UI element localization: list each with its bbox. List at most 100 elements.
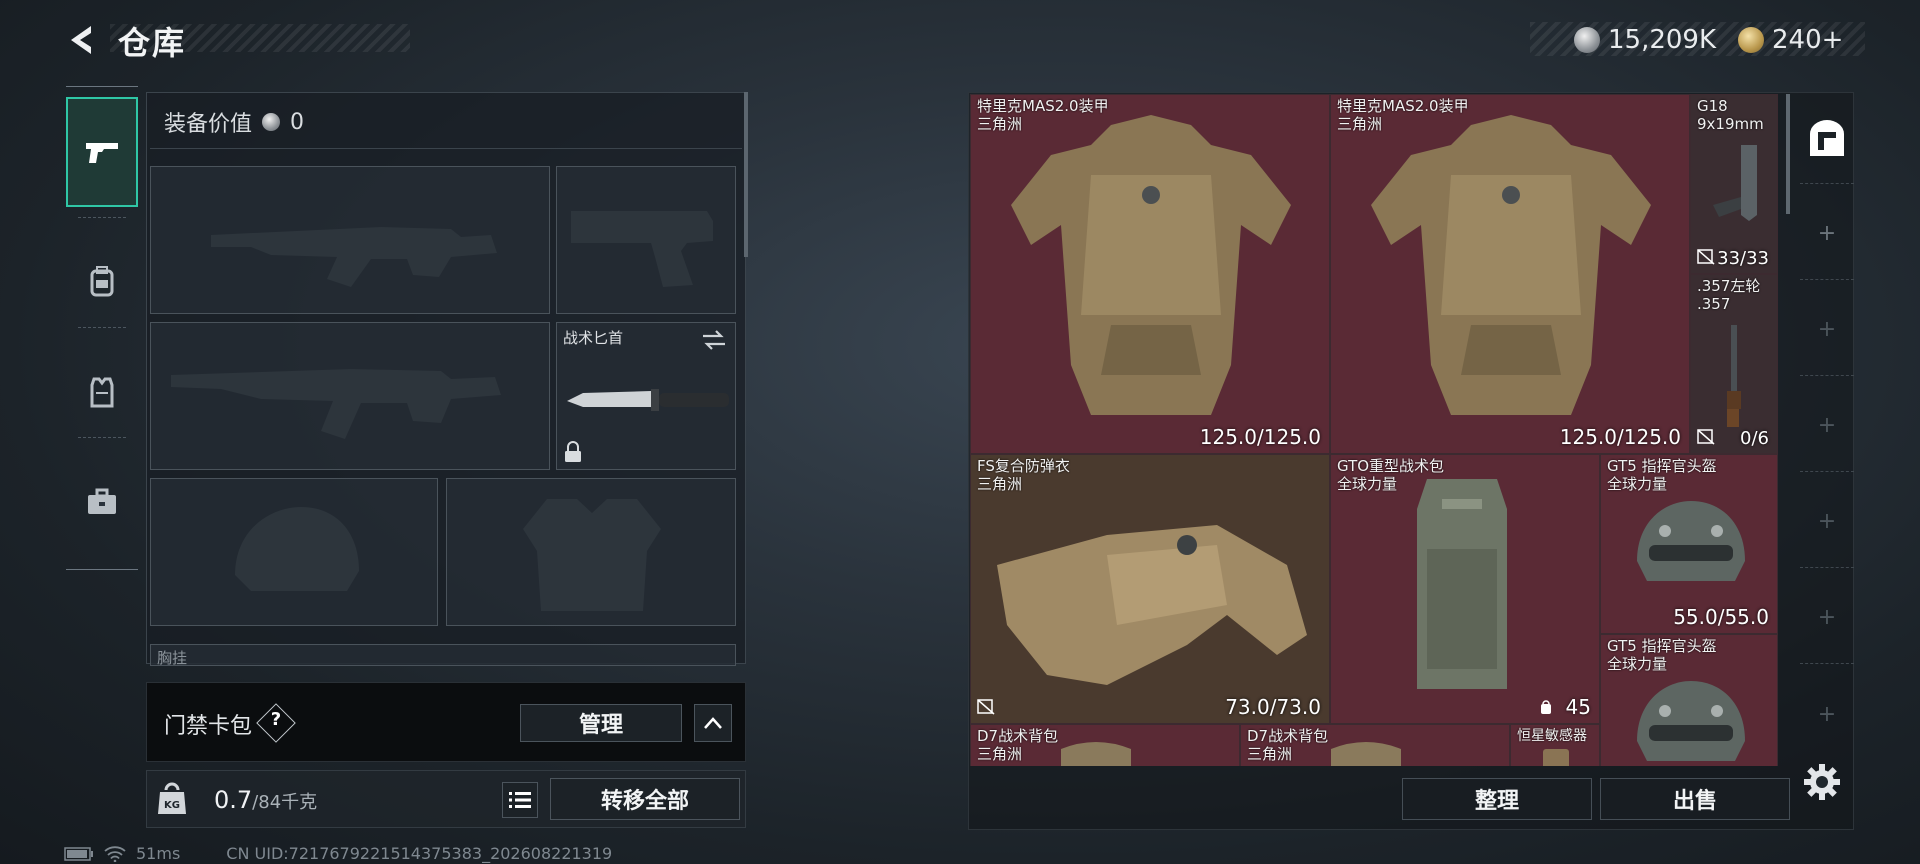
armor-vest-icon bbox=[1011, 115, 1291, 415]
add-container-slot[interactable]: + bbox=[1800, 188, 1854, 280]
armor-slot[interactable] bbox=[446, 478, 736, 626]
item-durability: 73.0/73.0 bbox=[1225, 695, 1321, 719]
item-name: G18 9x19mm bbox=[1697, 97, 1764, 133]
safe-box-icon bbox=[1810, 119, 1844, 156]
silver-amount: 15,209K bbox=[1608, 25, 1717, 55]
safe-box-tab[interactable] bbox=[1800, 92, 1854, 184]
inventory-item[interactable]: 特里克MAS2.0装甲 三角洲 125.0/125.0 bbox=[970, 94, 1330, 454]
inventory-item[interactable]: 特里克MAS2.0装甲 三角洲 125.0/125.0 bbox=[1330, 94, 1690, 454]
weight-current: 0.7 bbox=[214, 786, 253, 814]
inventory-item[interactable]: GT5 指挥官头盔 全球力量 bbox=[1600, 634, 1778, 766]
status-line: 51ms CN UID:7217679221514375383_20260822… bbox=[64, 844, 612, 863]
inventory-item[interactable]: G18 9x19mm 33/33 bbox=[1690, 94, 1778, 274]
item-durability: 125.0/125.0 bbox=[1199, 425, 1321, 449]
inventory-item[interactable]: D7战术背包 三角洲 bbox=[1240, 724, 1510, 766]
add-container-slot[interactable]: + bbox=[1800, 572, 1854, 664]
inventory-item[interactable]: FS复合防弹衣 三角洲 73.0/73.0 bbox=[970, 454, 1330, 724]
uid-text: CN UID:7217679221514375383_202608221319 bbox=[226, 844, 613, 863]
lock-icon bbox=[565, 441, 581, 462]
revolver-icon bbox=[1727, 325, 1741, 427]
access-card-label: 门禁卡包 bbox=[164, 714, 253, 739]
nav-case[interactable] bbox=[66, 447, 138, 557]
vest-icon bbox=[90, 377, 114, 408]
page-title: 仓库 bbox=[118, 24, 187, 62]
rifle-silhouette-icon bbox=[211, 227, 497, 287]
item-name: 恒星敏感器 bbox=[1517, 728, 1587, 744]
help-icon-glyph: ? bbox=[270, 709, 282, 730]
gear-icon[interactable] bbox=[1802, 762, 1842, 802]
no-repair-icon bbox=[977, 699, 995, 715]
equipment-scrollbar[interactable] bbox=[744, 92, 748, 257]
sell-button[interactable]: 出售 bbox=[1600, 778, 1790, 820]
sort-button[interactable]: 整理 bbox=[1402, 778, 1592, 820]
backpack-icon bbox=[90, 266, 114, 297]
inventory-item[interactable]: GT5 指挥官头盔 全球力量 55.0/55.0 bbox=[1600, 454, 1778, 634]
transfer-all-button[interactable]: 转移全部 bbox=[550, 778, 740, 820]
nav-backpack[interactable] bbox=[66, 227, 138, 337]
silver-coin-icon bbox=[1574, 27, 1600, 53]
equipment-value: 装备价值 0 bbox=[164, 106, 304, 138]
ping-value: 51ms bbox=[136, 844, 181, 863]
inventory-grid: 特里克MAS2.0装甲 三角洲 125.0/125.0 特里克MAS2.0装甲 三角… bbox=[970, 94, 1778, 766]
add-container-slot[interactable]: + bbox=[1800, 380, 1854, 472]
list-view-button[interactable] bbox=[502, 782, 538, 818]
chest-rig-slot[interactable]: 胸挂 bbox=[150, 644, 736, 666]
weight-readout: 0.7 /84千克 bbox=[214, 786, 317, 814]
nav-weapons[interactable] bbox=[66, 97, 138, 207]
inventory-item[interactable]: D7战术背包 三角洲 bbox=[970, 724, 1240, 766]
primary-weapon-slot-1[interactable] bbox=[150, 166, 550, 314]
divider bbox=[150, 148, 742, 149]
gold-currency[interactable]: 240+ bbox=[1738, 25, 1843, 55]
no-ammo-icon bbox=[1697, 249, 1715, 265]
pistol-slot[interactable] bbox=[556, 166, 736, 314]
item-name: FS复合防弹衣 三角洲 bbox=[977, 457, 1070, 493]
capacity-icon bbox=[1541, 700, 1551, 714]
inventory-item[interactable]: 恒星敏感器 bbox=[1510, 724, 1600, 766]
item-name: GT5 指挥官头盔 全球力量 bbox=[1607, 637, 1717, 673]
gold-coin-icon bbox=[1738, 27, 1764, 53]
pistol-silhouette-icon bbox=[571, 211, 713, 287]
silver-currency[interactable]: 15,209K bbox=[1574, 25, 1716, 55]
inventory-scrollbar[interactable] bbox=[1786, 94, 1790, 214]
sensor-icon bbox=[1543, 749, 1569, 766]
backpack-icon bbox=[1061, 742, 1131, 766]
nav-vest[interactable] bbox=[66, 337, 138, 447]
item-ammo: 33/33 bbox=[1717, 248, 1769, 269]
chest-rig-label: 胸挂 bbox=[157, 649, 188, 666]
helmet-icon bbox=[1637, 681, 1745, 761]
item-name: GT5 指挥官头盔 全球力量 bbox=[1607, 457, 1717, 493]
list-icon bbox=[509, 792, 531, 808]
back-icon[interactable] bbox=[62, 20, 102, 60]
item-ammo: 0/6 bbox=[1740, 428, 1769, 449]
expand-button[interactable] bbox=[694, 704, 732, 742]
knife-slot[interactable]: 战术匕首 bbox=[556, 322, 736, 470]
no-ammo-icon bbox=[1697, 429, 1715, 445]
chevron-up-icon bbox=[704, 717, 722, 729]
helmet-slot[interactable] bbox=[150, 478, 438, 626]
equipment-value-amount: 0 bbox=[290, 109, 305, 135]
kg-icon-text: KG bbox=[164, 800, 180, 811]
wifi-icon bbox=[104, 845, 126, 862]
armor-vest-icon bbox=[997, 525, 1307, 685]
knife-slot-label: 战术匕首 bbox=[563, 329, 624, 347]
pistol-icon bbox=[86, 143, 118, 163]
item-durability: 125.0/125.0 bbox=[1559, 425, 1681, 449]
backpack-icon bbox=[1331, 742, 1401, 766]
helmet-silhouette-icon bbox=[235, 507, 359, 591]
loadout-category-nav bbox=[66, 86, 138, 570]
pistol-icon bbox=[1713, 145, 1757, 221]
add-container-slot[interactable]: + bbox=[1800, 476, 1854, 568]
equipment-value-label: 装备价值 bbox=[164, 112, 253, 137]
inventory-item[interactable]: GTO重型战术包 全球力量 45 bbox=[1330, 454, 1600, 724]
primary-weapon-slot-2[interactable] bbox=[150, 322, 550, 470]
item-name: .357左轮 .357 bbox=[1697, 277, 1761, 313]
inventory-item[interactable]: .357左轮 .357 0/6 bbox=[1690, 274, 1778, 454]
container-column: + + + + + + bbox=[1800, 92, 1854, 830]
swap-icon[interactable] bbox=[701, 329, 727, 351]
armor-vest-icon bbox=[1371, 115, 1651, 415]
add-container-slot[interactable]: + bbox=[1800, 284, 1854, 376]
manage-button[interactable]: 管理 bbox=[520, 704, 682, 742]
knife-icon bbox=[567, 389, 729, 411]
armor-silhouette-icon bbox=[523, 499, 661, 611]
add-container-slot[interactable]: + bbox=[1800, 668, 1854, 760]
